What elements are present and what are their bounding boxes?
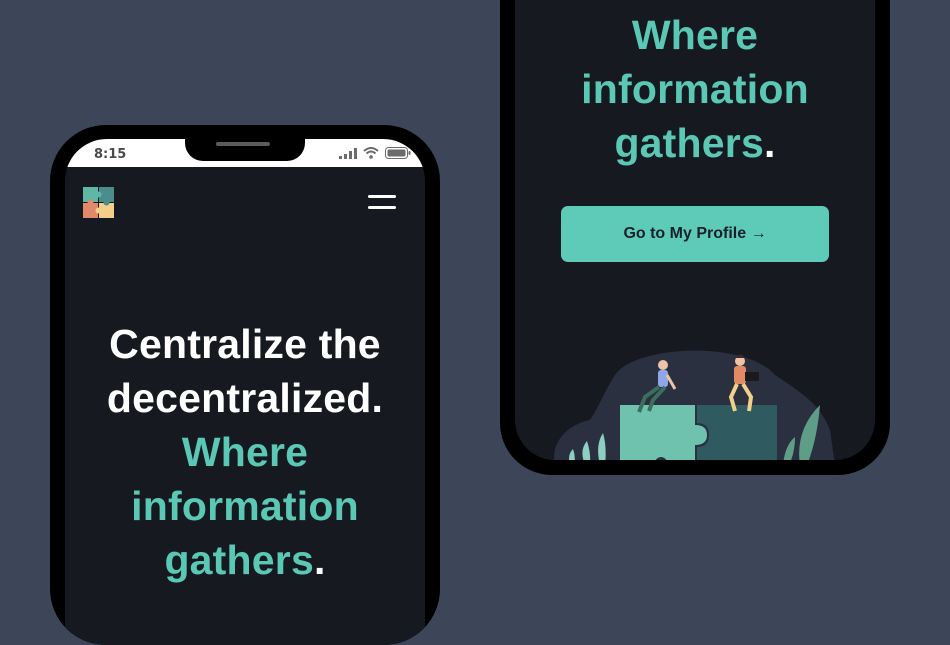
wifi-icon bbox=[363, 147, 379, 159]
phone-mockup-left: 8:15 Centralize the decentralized. Where… bbox=[50, 125, 440, 645]
go-to-profile-button[interactable]: Go to My Profile → bbox=[561, 206, 829, 262]
hero-period: . bbox=[763, 120, 776, 166]
battery-icon bbox=[385, 147, 411, 159]
hero-period: . bbox=[313, 537, 326, 583]
button-label: Go to My Profile bbox=[623, 225, 747, 242]
puzzle-piece-light bbox=[620, 405, 707, 460]
phone-screen: 8:15 Centralize the decentralized. Where… bbox=[65, 139, 425, 645]
hero-line-2: decentralized. bbox=[106, 375, 384, 421]
phone-screen: Where information gathers. Go to My Prof… bbox=[515, 0, 875, 460]
hero-highlight-3: gathers bbox=[164, 537, 314, 583]
arrow-right-icon: → bbox=[750, 225, 767, 242]
hamburger-menu-icon[interactable] bbox=[368, 195, 396, 217]
phone-mockup-right: Where information gathers. Go to My Prof… bbox=[500, 0, 890, 475]
puzzle-piece-dark bbox=[697, 405, 777, 460]
phone-notch bbox=[185, 139, 305, 161]
hero-highlight-1: Where bbox=[181, 429, 309, 475]
hero-heading: Where information gathers. bbox=[515, 8, 875, 170]
hero-highlight-1: Where bbox=[631, 12, 759, 58]
hero-highlight-3: gathers bbox=[614, 120, 764, 166]
status-time: 8:15 bbox=[94, 147, 127, 162]
signal-icon bbox=[339, 147, 357, 159]
hero-line-1: Centralize the bbox=[109, 321, 381, 367]
hero-highlight-2: information bbox=[581, 66, 809, 112]
hero-heading: Centralize the decentralized. Where info… bbox=[65, 317, 425, 587]
puzzle-logo-icon[interactable] bbox=[83, 187, 114, 218]
puzzle-people-illustration bbox=[554, 350, 835, 460]
hero-highlight-2: information bbox=[131, 483, 359, 529]
